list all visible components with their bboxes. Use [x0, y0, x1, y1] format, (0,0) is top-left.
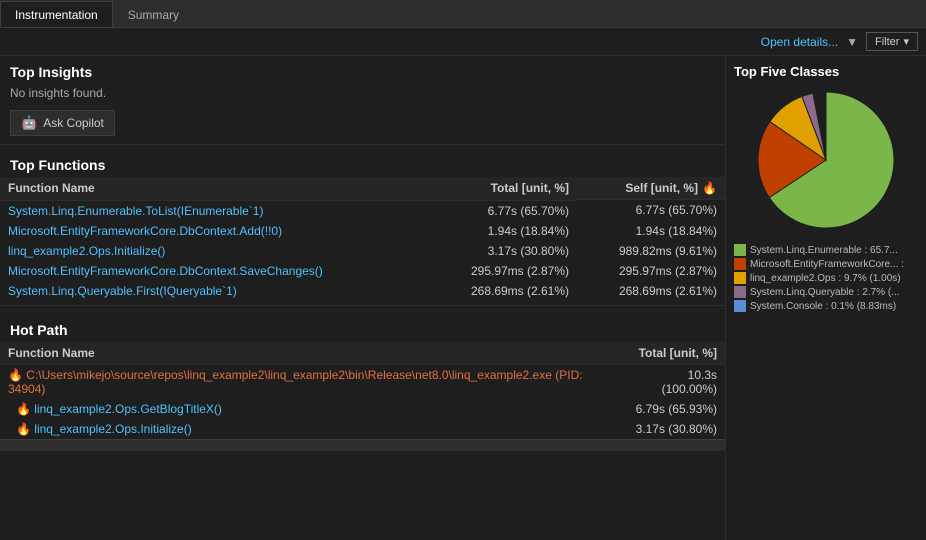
toolbar: Open details... ▼ Filter ▾	[0, 28, 926, 56]
legend-item: System.Linq.Enumerable : 65.7...	[734, 243, 918, 257]
tab-summary[interactable]: Summary	[113, 1, 194, 27]
pie-legend: System.Linq.Enumerable : 65.7... Microsof…	[734, 243, 918, 313]
open-details-link[interactable]: Open details...	[761, 35, 838, 49]
legend-label: System.Linq.Enumerable : 65.7...	[750, 245, 898, 256]
hot-path-function-cell[interactable]: 🔥 linq_example2.Ops.Initialize()	[0, 419, 624, 439]
hot-path-total-cell: 6.79s (65.93%)	[624, 399, 725, 419]
function-name-cell[interactable]: linq_example2.Ops.Initialize()	[0, 241, 429, 261]
function-name-cell[interactable]: Microsoft.EntityFrameworkCore.DbContext.…	[0, 261, 429, 281]
legend-color-box	[734, 244, 746, 256]
pie-chart-container	[734, 85, 918, 235]
total-cell: 268.69ms (2.61%)	[429, 281, 577, 301]
legend-item: linq_example2.Ops : 9.7% (1.00s)	[734, 271, 918, 285]
legend-color-box	[734, 258, 746, 270]
legend-item: Microsoft.EntityFrameworkCore... :	[734, 257, 918, 271]
divider-1	[0, 144, 725, 145]
legend-label: linq_example2.Ops : 9.7% (1.00s)	[750, 273, 901, 284]
top-insights-title: Top Insights	[0, 56, 725, 84]
self-cell: 295.97ms (2.87%)	[577, 261, 725, 281]
function-name-cell[interactable]: System.Linq.Enumerable.ToList(IEnumerabl…	[0, 200, 429, 221]
hot-path-total-cell: 10.3s (100.00%)	[624, 364, 725, 399]
col-function-name: Function Name	[0, 177, 429, 200]
legend-color-box	[734, 300, 746, 312]
no-insights-text: No insights found.	[0, 84, 725, 106]
col-hp-function-name: Function Name	[0, 342, 624, 365]
ask-copilot-label: Ask Copilot	[43, 116, 104, 130]
function-name-text: C:\Users\mikejo\source\repos\linq_exampl…	[8, 368, 583, 396]
table-row: Microsoft.EntityFrameworkCore.DbContext.…	[0, 261, 725, 281]
legend-label: Microsoft.EntityFrameworkCore... :	[750, 259, 904, 270]
top-functions-title: Top Functions	[0, 149, 725, 177]
total-cell: 295.97ms (2.87%)	[429, 261, 577, 281]
top-functions-table: Function Name Total [unit, %] Self [unit…	[0, 177, 725, 301]
copilot-icon: 🤖	[21, 115, 37, 131]
flame-icon: 🔥	[16, 422, 34, 436]
function-name-text: linq_example2.Ops.Initialize()	[34, 422, 191, 436]
function-name-cell[interactable]: System.Linq.Queryable.First(IQueryable`1…	[0, 281, 429, 301]
hot-path-table: Function Name Total [unit, %] 🔥 C:\Users…	[0, 342, 725, 439]
legend-color-box	[734, 272, 746, 284]
self-cell: 6.77s (65.70%)	[577, 200, 725, 221]
table-row: linq_example2.Ops.Initialize()3.17s (30.…	[0, 241, 725, 261]
pie-chart-title: Top Five Classes	[734, 64, 918, 79]
total-cell: 6.77s (65.70%)	[429, 200, 577, 221]
hot-path-function-cell[interactable]: 🔥 C:\Users\mikejo\source\repos\linq_exam…	[0, 364, 624, 399]
hot-path-title: Hot Path	[0, 314, 725, 342]
ask-copilot-button[interactable]: 🤖 Ask Copilot	[10, 110, 115, 136]
flame-icon: 🔥	[8, 368, 26, 382]
top-functions-section: Top Functions Function Name Total [unit,…	[0, 149, 725, 301]
legend-item: System.Console : 0.1% (8.83ms)	[734, 299, 918, 313]
self-cell: 1.94s (18.84%)	[577, 221, 725, 241]
table-row: System.Linq.Enumerable.ToList(IEnumerabl…	[0, 200, 725, 221]
legend-item: System.Linq.Queryable : 2.7% (...	[734, 285, 918, 299]
filter-button[interactable]: Filter ▾	[866, 32, 918, 51]
hot-path-row: 🔥 linq_example2.Ops.Initialize()3.17s (3…	[0, 419, 725, 439]
right-panel: Top Five Classes System.Linq.Enumerable …	[726, 56, 926, 540]
total-cell: 1.94s (18.84%)	[429, 221, 577, 241]
filter-dropdown-icon: ▾	[903, 35, 909, 48]
self-cell: 989.82ms (9.61%)	[577, 241, 725, 261]
hot-path-row: 🔥 C:\Users\mikejo\source\repos\linq_exam…	[0, 364, 725, 399]
function-name-cell[interactable]: Microsoft.EntityFrameworkCore.DbContext.…	[0, 221, 429, 241]
table-row: System.Linq.Queryable.First(IQueryable`1…	[0, 281, 725, 301]
horizontal-scrollbar[interactable]	[0, 439, 725, 451]
hot-path-section: Hot Path Function Name Total [unit, %] 🔥…	[0, 314, 725, 439]
tab-instrumentation[interactable]: Instrumentation	[0, 1, 113, 27]
self-cell: 268.69ms (2.61%)	[577, 281, 725, 301]
function-name-text: linq_example2.Ops.GetBlogTitleX()	[34, 402, 222, 416]
divider-2	[0, 305, 725, 306]
hot-path-row: 🔥 linq_example2.Ops.GetBlogTitleX()6.79s…	[0, 399, 725, 419]
hot-path-function-cell[interactable]: 🔥 linq_example2.Ops.GetBlogTitleX()	[0, 399, 624, 419]
flame-icon: 🔥	[16, 402, 34, 416]
legend-color-box	[734, 286, 746, 298]
tab-bar: Instrumentation Summary	[0, 0, 926, 28]
table-row: Microsoft.EntityFrameworkCore.DbContext.…	[0, 221, 725, 241]
hot-path-total-cell: 3.17s (30.80%)	[624, 419, 725, 439]
col-hp-total: Total [unit, %]	[624, 342, 725, 365]
legend-label: System.Console : 0.1% (8.83ms)	[750, 301, 896, 312]
legend-label: System.Linq.Queryable : 2.7% (...	[750, 287, 900, 298]
top-insights-section: Top Insights No insights found. 🤖 Ask Co…	[0, 56, 725, 136]
col-self: Self [unit, %] 🔥	[577, 177, 725, 200]
filter-label: Filter	[875, 36, 899, 48]
filter-icon: ▼	[846, 35, 858, 49]
pie-chart-svg	[751, 85, 901, 235]
col-total: Total [unit, %]	[429, 177, 577, 200]
left-panel: Top Insights No insights found. 🤖 Ask Co…	[0, 56, 726, 540]
main-layout: Top Insights No insights found. 🤖 Ask Co…	[0, 56, 926, 540]
total-cell: 3.17s (30.80%)	[429, 241, 577, 261]
